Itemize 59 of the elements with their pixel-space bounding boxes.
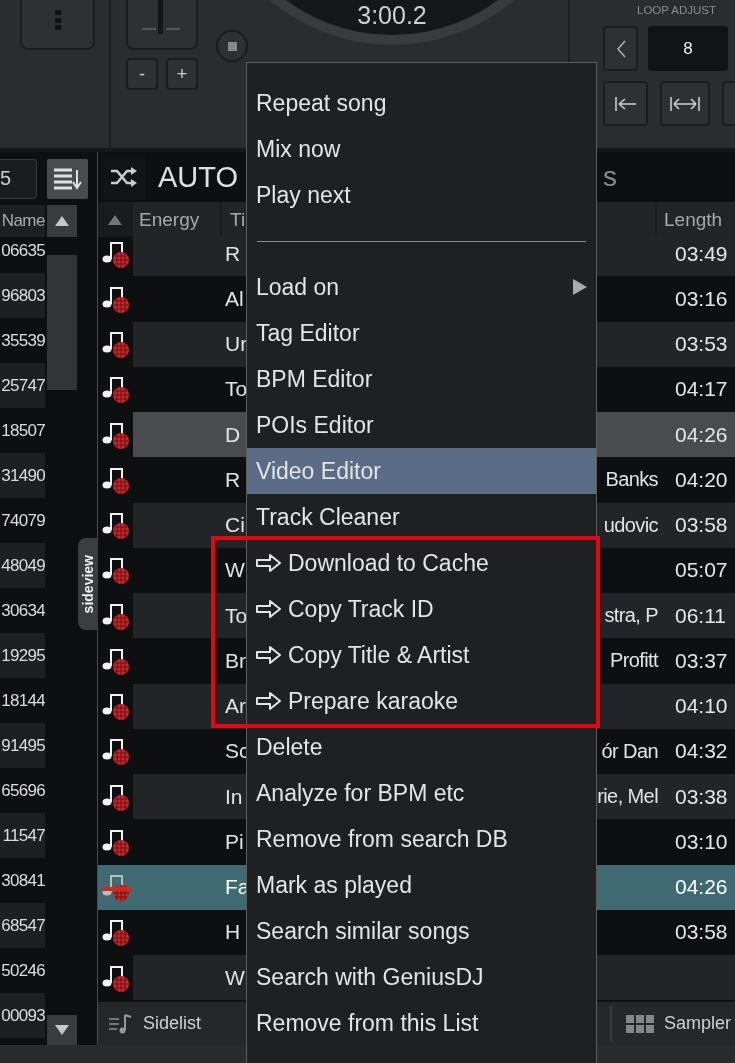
- track-length: 03:58: [675, 920, 729, 945]
- track-length: 04:26: [675, 875, 729, 900]
- track-length: 06:11: [675, 603, 727, 628]
- table-cell: 11547: [2, 825, 45, 846]
- table-cell: 18144: [1, 690, 45, 711]
- track-title: To: [225, 603, 248, 628]
- table-cell: 91495: [1, 735, 45, 756]
- table-cell: 30634: [1, 600, 45, 621]
- track-title: Ci: [225, 513, 245, 538]
- table-cell: 00093: [1, 1005, 45, 1026]
- track-length: 04:17: [675, 377, 729, 402]
- track-length: 04:10: [675, 694, 729, 719]
- table-cell: 30841: [1, 870, 45, 891]
- track-title: H: [225, 920, 241, 945]
- track-title: W: [225, 558, 245, 583]
- table-cell: 25747: [1, 375, 45, 396]
- track-length: 03:49: [675, 241, 729, 266]
- track-length: 03:38: [675, 784, 729, 809]
- track-title: To: [225, 377, 248, 402]
- table-cell: 18507: [1, 420, 45, 441]
- table-cell: 19295: [1, 645, 45, 666]
- track-title: Br: [225, 648, 246, 673]
- track-length: 03:16: [675, 286, 729, 311]
- track-artist: Profitt: [609, 649, 658, 673]
- table-cell: 31490: [1, 465, 45, 486]
- track-length: 03:58: [675, 513, 729, 538]
- table-cell: 68547: [1, 915, 45, 936]
- track-artist: udovic: [603, 513, 658, 537]
- playlist-title: AUTO: [158, 160, 239, 194]
- table-cell: 96803: [1, 285, 45, 306]
- track-title: D: [225, 422, 241, 447]
- track-title: In: [225, 784, 243, 809]
- playlist-subtitle: s: [603, 161, 617, 193]
- track-artist: ór Dan: [601, 739, 658, 763]
- loop-adjust-label: LOOP ADJUST: [637, 4, 718, 16]
- track-length: 03:37: [675, 648, 729, 673]
- track-artist: stra, P: [604, 604, 658, 628]
- track-title: W: [225, 965, 245, 990]
- track-title: Ur: [225, 332, 248, 357]
- table-cell: 65696: [1, 780, 45, 801]
- track-title: R: [225, 467, 241, 492]
- time-display: 3:00.2: [357, 1, 427, 30]
- track-length: 03:10: [675, 829, 729, 854]
- track-title: Pi: [225, 829, 244, 854]
- track-length: 04:32: [675, 739, 729, 764]
- track-title: Ar: [225, 694, 246, 719]
- track-artist: rie, Mel: [597, 785, 658, 809]
- track-artist: Banks: [605, 468, 658, 492]
- track-length: 03:53: [675, 332, 729, 357]
- table-cell: 35539: [1, 330, 45, 351]
- track-title: R: [225, 241, 241, 266]
- track-length: 05:07: [675, 558, 729, 583]
- track-length: 04:20: [675, 467, 729, 492]
- track-title: Al: [225, 286, 244, 311]
- track-length: 04:26: [675, 422, 729, 447]
- table-cell: 06635: [1, 240, 45, 261]
- table-cell: 50246: [1, 960, 45, 981]
- table-cell: 48049: [1, 555, 45, 576]
- table-cell: 74079: [1, 510, 45, 531]
